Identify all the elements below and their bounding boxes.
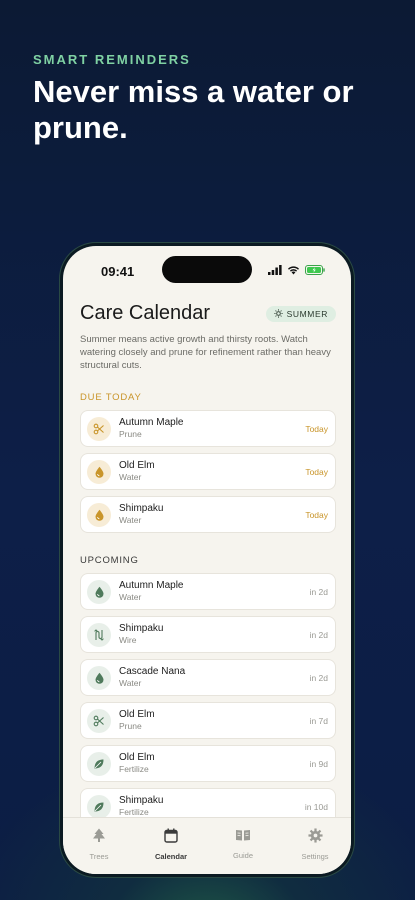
season-badge: SUMMER (265, 305, 336, 322)
leaf-icon (87, 794, 111, 819)
book-icon (235, 828, 251, 847)
water-drop-icon (87, 459, 111, 484)
app-screen: 09:41 Care Calendar SUMMER Summer means … (63, 246, 351, 874)
gear-icon (307, 828, 323, 848)
tab-calendar[interactable]: Calendar (141, 828, 201, 874)
status-time: 09:41 (101, 264, 135, 279)
wifi-icon (288, 266, 299, 275)
task-text: Shimpaku Fertilize (119, 795, 305, 818)
tree-name: Autumn Maple (119, 417, 184, 428)
upcoming-list: Autumn Maple Water in 2d Shimpaku Wire i… (80, 573, 336, 825)
tree-name: Old Elm (119, 709, 155, 720)
task-card[interactable]: Shimpaku Water Today (80, 496, 336, 533)
task-text: Old Elm Prune (119, 709, 310, 732)
task-text: Cascade Nana Water (119, 666, 310, 689)
wire-icon (87, 622, 111, 647)
task-card[interactable]: Old Elm Water Today (80, 453, 336, 490)
task-type: Water (119, 678, 142, 688)
tab-guide[interactable]: Guide (213, 828, 273, 874)
task-type: Prune (119, 721, 142, 731)
task-type: Water (119, 592, 142, 602)
due-when: in 9d (309, 758, 328, 769)
tab-trees[interactable]: Trees (69, 828, 129, 874)
season-description: Summer means active growth and thirsty r… (80, 334, 331, 371)
due-today-list: Autumn Maple Prune Today Old Elm Water T… (80, 410, 336, 533)
dynamic-island (162, 256, 252, 283)
tree-name: Cascade Nana (119, 666, 186, 677)
promo-eyebrow: SMART REMINDERS (33, 52, 191, 67)
task-type: Water (119, 515, 142, 525)
scissors-icon (87, 416, 111, 441)
calendar-content: Care Calendar SUMMER Summer means active… (80, 302, 336, 831)
due-when: in 2d (309, 629, 328, 640)
sun-icon (273, 309, 283, 318)
due-when: in 7d (309, 715, 328, 726)
due-when: Today (305, 423, 328, 434)
task-type: Prune (119, 429, 142, 439)
tab-bar: Trees Calendar Guide Settings (63, 817, 351, 874)
phone-frame: 09:41 Care Calendar SUMMER Summer means … (60, 243, 354, 877)
water-drop-icon (87, 665, 111, 690)
due-today-label: DUE TODAY (80, 392, 142, 403)
water-drop-icon (87, 502, 111, 527)
tree-name: Shimpaku (119, 623, 164, 634)
due-when: in 2d (309, 672, 328, 683)
tab-label: Guide (232, 851, 253, 860)
status-bar: 09:41 (63, 246, 351, 292)
water-drop-icon (87, 579, 111, 604)
task-card[interactable]: Old Elm Fertilize in 9d (80, 745, 336, 782)
due-when: in 10d (304, 801, 328, 812)
tree-name: Old Elm (119, 752, 155, 763)
tab-label: Calendar (154, 852, 188, 861)
task-type: Wire (119, 635, 137, 645)
due-when: Today (305, 509, 328, 520)
task-text: Old Elm Fertilize (119, 752, 310, 775)
promo-headline: Never miss a water or prune. (33, 74, 354, 145)
task-text: Autumn Maple Prune (119, 417, 305, 440)
battery-icon (305, 265, 325, 275)
tree-icon (92, 828, 106, 848)
status-icons (268, 265, 325, 275)
task-text: Old Elm Water (119, 460, 305, 483)
tab-label: Trees (89, 852, 109, 861)
page-title: Care Calendar (80, 302, 211, 324)
task-card[interactable]: Old Elm Prune in 7d (80, 702, 336, 739)
task-text: Shimpaku Wire (119, 623, 310, 646)
tab-settings[interactable]: Settings (285, 828, 345, 874)
task-card[interactable]: Shimpaku Wire in 2d (80, 616, 336, 653)
task-type: Water (119, 472, 142, 482)
tree-name: Shimpaku (119, 795, 164, 806)
due-when: in 2d (309, 586, 328, 597)
tree-name: Shimpaku (119, 503, 164, 514)
task-card[interactable]: Cascade Nana Water in 2d (80, 659, 336, 696)
leaf-icon (87, 751, 111, 776)
task-text: Autumn Maple Water (119, 580, 310, 603)
due-when: Today (305, 466, 328, 477)
calendar-icon (164, 828, 178, 848)
header-row: Care Calendar SUMMER (80, 302, 336, 325)
task-card[interactable]: Autumn Maple Water in 2d (80, 573, 336, 610)
task-type: Fertilize (119, 764, 149, 774)
task-text: Shimpaku Water (119, 503, 305, 526)
signal-icon (268, 265, 282, 275)
season-label: SUMMER (286, 308, 328, 319)
task-card[interactable]: Autumn Maple Prune Today (80, 410, 336, 447)
upcoming-label: UPCOMING (80, 555, 139, 566)
scissors-icon (87, 708, 111, 733)
tab-label: Settings (301, 852, 329, 861)
tree-name: Old Elm (119, 460, 155, 471)
tree-name: Autumn Maple (119, 580, 184, 591)
